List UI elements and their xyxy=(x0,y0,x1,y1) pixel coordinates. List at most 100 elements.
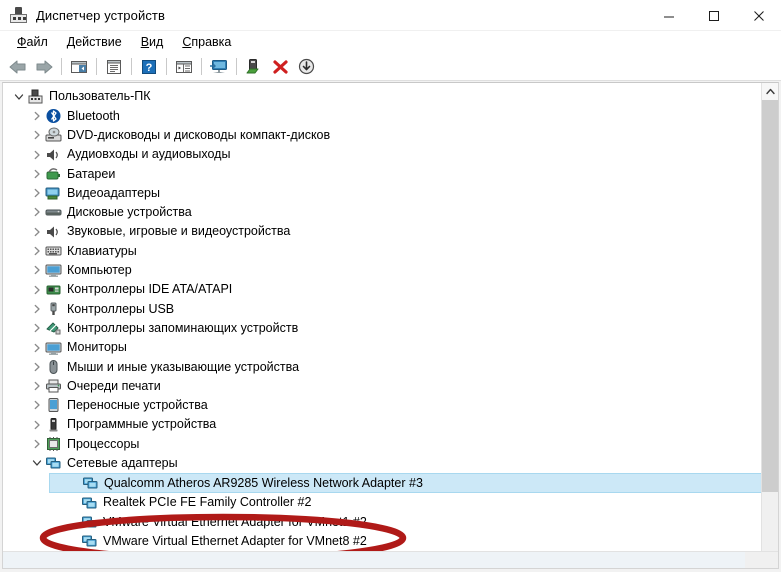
tree-row[interactable]: Переносные устройства xyxy=(3,396,763,415)
update-driver-icon[interactable] xyxy=(241,55,267,79)
usb-controller-icon xyxy=(45,301,62,317)
menu-action-rest: ействие xyxy=(75,35,122,49)
show-hide-console-tree-icon[interactable] xyxy=(66,55,92,79)
scroll-up-button[interactable] xyxy=(762,83,778,100)
monitor-icon xyxy=(45,340,62,356)
disable-device-icon[interactable] xyxy=(293,55,319,79)
tree-row[interactable]: Клавиатуры xyxy=(3,241,763,260)
network-adapter-icon xyxy=(82,475,99,491)
tree-row[interactable]: VMware Virtual Ethernet Adapter for VMne… xyxy=(3,512,763,531)
tree-row-label: Контроллеры запоминающих устройств xyxy=(67,320,299,335)
chevron-right-icon[interactable] xyxy=(29,417,45,433)
chevron-down-icon[interactable] xyxy=(11,89,27,105)
horizontal-scrollbar[interactable] xyxy=(3,551,778,568)
tree-row[interactable]: Компьютер xyxy=(3,261,763,280)
tree-row[interactable]: Пользователь-ПК xyxy=(3,87,763,106)
processor-icon xyxy=(45,436,62,452)
tree-row[interactable]: Realtek PCIe FE Family Controller #2 xyxy=(3,493,763,512)
chevron-right-icon[interactable] xyxy=(29,340,45,356)
tree-row-label: Аудиовходы и аудиовыходы xyxy=(67,147,231,162)
tree-row-label: Мыши и иные указывающие устройства xyxy=(67,359,300,374)
tree-row[interactable]: Контроллеры запоминающих устройств xyxy=(3,319,763,338)
tree-row-label: Сетевые адаптеры xyxy=(67,456,178,471)
device-tree[interactable]: Пользователь-ПК Bluetooth DVD-дисководы и … xyxy=(3,87,763,568)
tree-row-label: Клавиатуры xyxy=(67,243,137,258)
chevron-right-icon[interactable] xyxy=(29,185,45,201)
chevron-down-icon[interactable] xyxy=(29,455,45,471)
tree-row[interactable]: Батареи xyxy=(3,164,763,183)
menu-view[interactable]: Вид xyxy=(132,33,174,51)
tree-row[interactable]: Видеоадаптеры xyxy=(3,183,763,202)
tree-row[interactable]: DVD-дисководы и дисководы компакт-дисков xyxy=(3,126,763,145)
tree-row-label: Realtek PCIe FE Family Controller #2 xyxy=(103,495,312,510)
tree-row[interactable]: Мониторы xyxy=(3,338,763,357)
chevron-right-icon[interactable] xyxy=(29,224,45,240)
keyboard-icon xyxy=(45,243,62,259)
chevron-right-icon[interactable] xyxy=(29,378,45,394)
chevron-right-icon[interactable] xyxy=(29,262,45,278)
chevron-right-icon[interactable] xyxy=(29,204,45,220)
menu-view-accel: В xyxy=(140,35,150,49)
tree-row[interactable]: Процессоры xyxy=(3,434,763,453)
menu-file[interactable]: Файл xyxy=(8,33,58,51)
chevron-right-icon[interactable] xyxy=(29,320,45,336)
tree-row[interactable]: Звуковые, игровые и видеоустройства xyxy=(3,222,763,241)
view-list-icon[interactable] xyxy=(171,55,197,79)
chevron-right-icon[interactable] xyxy=(29,282,45,298)
properties-icon[interactable] xyxy=(101,55,127,79)
tree-row[interactable]: Контроллеры IDE ATA/ATAPI xyxy=(3,280,763,299)
mouse-icon xyxy=(45,359,62,375)
tree-row[interactable]: Аудиовходы и аудиовыходы xyxy=(3,145,763,164)
menu-view-rest: ид xyxy=(149,35,164,49)
tree-row-label: Звуковые, игровые и видеоустройства xyxy=(67,224,291,239)
menu-help[interactable]: Справка xyxy=(173,33,241,51)
chevron-right-icon[interactable] xyxy=(29,147,45,163)
help-icon[interactable]: ? xyxy=(136,55,162,79)
tree-row-label: Контроллеры USB xyxy=(67,301,175,316)
tree-row[interactable]: Дисковые устройства xyxy=(3,203,763,222)
chevron-right-icon[interactable] xyxy=(29,436,45,452)
menu-file-rest: айл xyxy=(26,35,48,49)
tree-row[interactable]: VMware Virtual Ethernet Adapter for VMne… xyxy=(3,532,763,551)
chevron-right-icon[interactable] xyxy=(29,397,45,413)
tree-row[interactable]: Очереди печати xyxy=(3,376,763,395)
vertical-scrollbar[interactable] xyxy=(761,83,778,568)
device-manager-window: Диспетчер устройств Файл Действие Вид Сп… xyxy=(0,0,781,572)
chevron-right-icon[interactable] xyxy=(29,243,45,259)
toolbar-separator xyxy=(236,58,237,75)
horizontal-scroll-thumb[interactable] xyxy=(3,552,745,568)
back-icon[interactable] xyxy=(5,55,31,79)
chevron-right-icon[interactable] xyxy=(29,127,45,143)
tree-row-label: Видеоадаптеры xyxy=(67,185,160,200)
tree-row[interactable]: Bluetooth xyxy=(3,106,763,125)
audio-icon xyxy=(45,147,62,163)
uninstall-device-icon[interactable] xyxy=(267,55,293,79)
tree-row-label: Контроллеры IDE ATA/ATAPI xyxy=(67,282,233,297)
vertical-scroll-thumb[interactable] xyxy=(762,100,778,492)
tree-row-label: VMware Virtual Ethernet Adapter for VMne… xyxy=(103,514,367,529)
tree-row-selected[interactable]: Qualcomm Atheros AR9285 Wireless Network… xyxy=(49,472,763,493)
chevron-right-icon[interactable] xyxy=(29,108,45,124)
menu-action[interactable]: Действие xyxy=(58,33,132,51)
tree-row-label: Переносные устройства xyxy=(67,398,208,413)
tree-row[interactable]: Программные устройства xyxy=(3,415,763,434)
maximize-button[interactable] xyxy=(691,0,736,31)
tree-row[interactable]: Контроллеры USB xyxy=(3,299,763,318)
printer-icon xyxy=(45,378,62,394)
tree-row[interactable]: Сетевые адаптеры xyxy=(3,454,763,473)
close-button[interactable] xyxy=(736,0,781,31)
chevron-right-icon[interactable] xyxy=(29,301,45,317)
tree-row-label: Программные устройства xyxy=(67,417,217,432)
portable-device-icon xyxy=(45,397,62,413)
chevron-right-icon[interactable] xyxy=(29,166,45,182)
minimize-button[interactable] xyxy=(646,0,691,31)
chevron-right-icon[interactable] xyxy=(29,359,45,375)
toolbar-separator xyxy=(131,58,132,75)
window-title: Диспетчер устройств xyxy=(36,7,165,23)
dvd-drive-icon xyxy=(45,127,62,143)
tree-row-label: Процессоры xyxy=(67,436,140,451)
tree-row[interactable]: Мыши и иные указывающие устройства xyxy=(3,357,763,376)
tree-row-label: Мониторы xyxy=(67,340,127,355)
scan-hardware-changes-icon[interactable] xyxy=(206,55,232,79)
forward-icon[interactable] xyxy=(31,55,57,79)
